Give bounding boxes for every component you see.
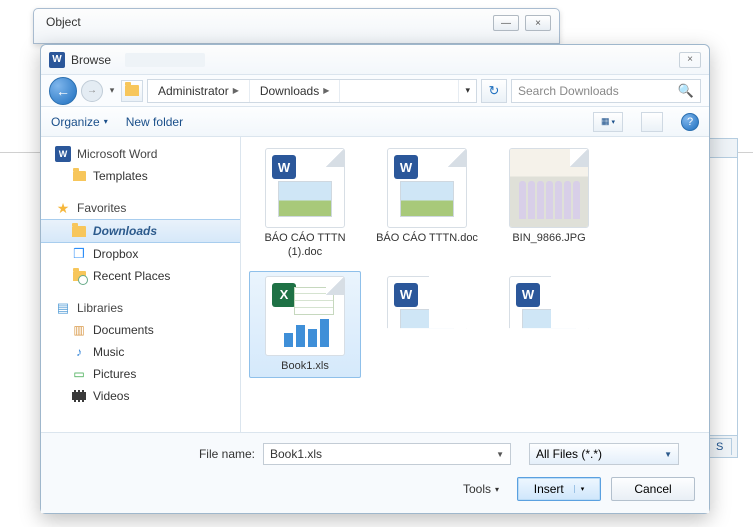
file-tile[interactable]: W BÁO CÁO TTTN.doc	[371, 143, 483, 265]
file-label: BÁO CÁO TTTN (1).doc	[254, 232, 356, 260]
close-button[interactable]: ×	[525, 15, 551, 31]
file-thumbnail: W	[387, 148, 467, 228]
address-bar-row: ← → ▾ Administrator▶ Downloads▶ ▾ ↻ Sear…	[41, 75, 709, 107]
nav-back-button[interactable]: ←	[49, 77, 77, 105]
star-icon: ★	[55, 200, 71, 216]
word-badge-icon: W	[272, 155, 296, 179]
title-ghost	[125, 53, 205, 67]
doc-thumb	[278, 181, 332, 217]
breadcrumb-seg-1[interactable]: Administrator▶	[148, 80, 250, 102]
file-tile[interactable]: W	[371, 271, 483, 367]
nav-item-templates[interactable]: Templates	[41, 165, 240, 187]
bottom-bar: File name: Book1.xls ▼ All Files (*.*) ▼…	[41, 432, 709, 513]
music-icon: ♪	[71, 344, 87, 360]
filename-input[interactable]: Book1.xls ▼	[263, 443, 511, 465]
file-thumbnail: X	[265, 276, 345, 356]
nav-group-word[interactable]: WMicrosoft Word	[41, 143, 240, 165]
nav-group-favorites[interactable]: ★Favorites	[41, 197, 240, 219]
chevron-down-icon: ▼	[664, 450, 672, 459]
browse-close-button[interactable]: ×	[679, 52, 701, 68]
help-button[interactable]: ?	[681, 113, 699, 131]
nav-item-documents[interactable]: ▥Documents	[41, 319, 240, 341]
folder-icon	[71, 168, 87, 184]
file-tile[interactable]: W BÁO CÁO TTTN (1).doc	[249, 143, 361, 265]
new-folder-button[interactable]: New folder	[126, 115, 183, 129]
sheet-tab-3[interactable]: S	[707, 438, 732, 455]
file-tile[interactable]: X Book1.xls	[249, 271, 361, 379]
file-thumbnail: W	[265, 148, 345, 228]
object-window-titlebar: Object — ×	[33, 8, 560, 44]
search-input[interactable]: Search Downloads 🔍	[511, 79, 701, 103]
breadcrumb[interactable]: Administrator▶ Downloads▶ ▾	[147, 79, 477, 103]
nav-up-button[interactable]	[121, 80, 143, 102]
videos-icon	[71, 388, 87, 404]
nav-item-recent-places[interactable]: Recent Places	[41, 265, 240, 287]
files-area[interactable]: W BÁO CÁO TTTN (1).doc W BÁO CÁO TTTN.doc BI…	[241, 137, 709, 432]
excel-chart-icon	[284, 319, 329, 347]
doc-thumb	[400, 181, 454, 217]
search-icon: 🔍	[678, 83, 694, 99]
file-thumbnail	[509, 148, 589, 228]
word-icon: W	[55, 146, 71, 162]
nav-item-pictures[interactable]: ▭Pictures	[41, 363, 240, 385]
file-type-filter[interactable]: All Files (*.*) ▼	[529, 443, 679, 465]
nav-group-libraries[interactable]: ▤Libraries	[41, 297, 240, 319]
browse-titlebar[interactable]: W Browse ×	[41, 45, 709, 75]
toolbar: Organize▾ New folder ▦ ▾ ?	[41, 107, 709, 137]
file-label: BÁO CÁO TTTN.doc	[376, 232, 478, 246]
breadcrumb-dropdown[interactable]: ▾	[458, 80, 476, 102]
chevron-down-icon: ▼	[496, 450, 504, 459]
preview-pane-button[interactable]	[641, 112, 663, 132]
navigation-pane: WMicrosoft Word Templates ★Favorites Dow…	[41, 137, 241, 432]
documents-icon: ▥	[71, 322, 87, 338]
file-tile[interactable]: W	[493, 271, 605, 367]
search-placeholder: Search Downloads	[518, 84, 619, 98]
nav-item-dropbox[interactable]: ❒Dropbox	[41, 243, 240, 265]
dropbox-icon: ❒	[71, 246, 87, 262]
minimize-button[interactable]: —	[493, 15, 519, 31]
filename-value: Book1.xls	[270, 447, 322, 461]
word-badge-icon: W	[394, 155, 418, 179]
browse-title: Browse	[71, 53, 111, 67]
file-label: BIN_9866.JPG	[512, 232, 585, 246]
object-window-title: Object	[46, 15, 81, 29]
pictures-icon: ▭	[71, 366, 87, 382]
recent-places-icon	[71, 268, 87, 284]
word-badge-icon: W	[394, 283, 418, 307]
nav-item-downloads[interactable]: Downloads	[41, 219, 240, 243]
refresh-button[interactable]: ↻	[481, 79, 507, 103]
tools-menu[interactable]: Tools▾	[463, 482, 499, 496]
excel-badge-icon: X	[272, 283, 296, 307]
nav-forward-button[interactable]: →	[81, 80, 103, 102]
insert-button[interactable]: Insert▾	[517, 477, 601, 501]
nav-item-music[interactable]: ♪Music	[41, 341, 240, 363]
word-icon: W	[49, 52, 65, 68]
folder-up-icon	[125, 85, 139, 96]
libraries-icon: ▤	[55, 300, 71, 316]
breadcrumb-seg-2[interactable]: Downloads▶	[250, 80, 341, 102]
cancel-button[interactable]: Cancel	[611, 477, 695, 501]
nav-history-dropdown[interactable]: ▾	[107, 85, 117, 96]
file-label: Book1.xls	[281, 360, 329, 374]
view-mode-button[interactable]: ▦ ▾	[593, 112, 623, 132]
photo-thumb	[510, 149, 588, 227]
excel-grid-icon	[294, 287, 334, 315]
file-tile[interactable]: BIN_9866.JPG	[493, 143, 605, 265]
filename-label: File name:	[55, 447, 255, 461]
word-badge-icon: W	[516, 283, 540, 307]
organize-menu[interactable]: Organize▾	[51, 115, 108, 129]
nav-item-videos[interactable]: Videos	[41, 385, 240, 407]
downloads-icon	[71, 223, 87, 239]
browse-dialog: W Browse × ← → ▾ Administrator▶ Download…	[40, 44, 710, 514]
